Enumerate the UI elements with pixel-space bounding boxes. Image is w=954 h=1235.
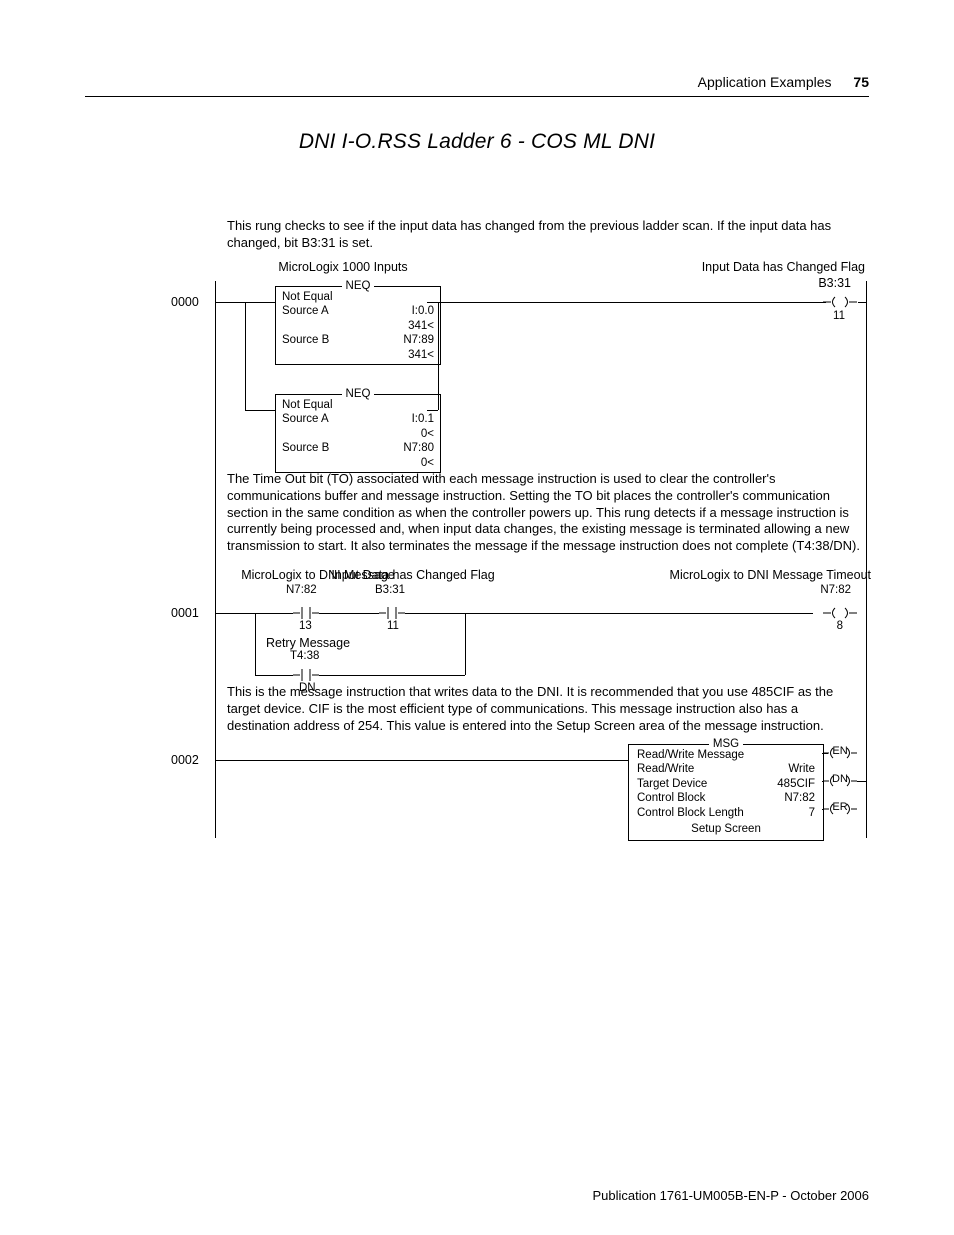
- out0-bit: 11: [833, 310, 845, 323]
- neq1-tag: NEQ: [342, 279, 375, 293]
- wire: [822, 781, 823, 782]
- wire: [405, 613, 465, 614]
- wire: [822, 809, 823, 810]
- section-name: Application Examples: [698, 74, 832, 90]
- neq2-tag: NEQ: [342, 387, 375, 401]
- msg-cb-l: Control Block: [637, 791, 705, 805]
- msg-en-label: EN: [823, 745, 857, 758]
- out0-addr: B3:31: [818, 276, 851, 290]
- wire: [255, 613, 293, 614]
- msg-td-l: Target Device: [637, 777, 707, 791]
- rung0-comment: This rung checks to see if the input dat…: [227, 218, 863, 251]
- rung1-retry-desc: Retry Message: [253, 636, 363, 650]
- msg-td-r: 485CIF: [777, 777, 815, 791]
- out0-coil: [823, 295, 857, 309]
- rung1-xic-retry: [293, 668, 319, 682]
- msg-dn-label: DN: [823, 773, 857, 786]
- msg-tag: MSG: [709, 737, 743, 751]
- out0-desc: Input Data has Changed Flag: [695, 260, 865, 274]
- rung1-comment: The Time Out bit (TO) associated with ea…: [227, 471, 863, 554]
- out1-desc: MicroLogix to DNI Message Timeout: [641, 568, 871, 582]
- wire: [319, 613, 379, 614]
- rung1-xic-flag: [379, 606, 405, 620]
- rung0-number: 0000: [171, 295, 199, 309]
- neq-block-2: NEQ Not Equal Source AI:0.1 0< Source BN…: [275, 394, 441, 473]
- out1-bit: 8: [837, 620, 843, 633]
- msg-cb-r: N7:82: [784, 791, 815, 805]
- wire: [465, 613, 466, 675]
- wire: [245, 302, 275, 303]
- wire: [822, 753, 823, 754]
- page-header: Application Examples 75: [698, 74, 869, 90]
- msg-rw-l: Read/Write: [637, 762, 694, 776]
- rung2-number: 0002: [171, 753, 199, 767]
- page-title: DNI I-O.RSS Ladder 6 - COS ML DNI: [0, 130, 954, 154]
- right-rail: [866, 281, 867, 838]
- neq2-srcA-l: Source A: [282, 412, 329, 426]
- msg-er-coil: ER: [823, 802, 857, 816]
- neq1-srcB-l: Source B: [282, 333, 329, 347]
- neq2-srcA-v: I:0.1: [384, 412, 434, 426]
- wire: [608, 760, 628, 761]
- msg-block: MSG Read/Write Message Read/WriteWrite T…: [628, 744, 824, 841]
- out1-coil: [823, 606, 857, 620]
- publication-footer: Publication 1761-UM005B-EN-P - October 2…: [592, 1188, 869, 1203]
- left-rail: [215, 281, 216, 838]
- rung1-xic1-bit: 13: [299, 620, 312, 633]
- wire: [215, 760, 608, 761]
- wire: [255, 675, 293, 676]
- wire: [438, 302, 813, 303]
- neq1-srcA-l: Source A: [282, 304, 329, 318]
- rung1-xic-msg: [293, 606, 319, 620]
- wire: [465, 613, 813, 614]
- wire: [215, 613, 255, 614]
- neq2-srcA-sub: 0<: [384, 427, 434, 441]
- page-number: 75: [853, 74, 869, 90]
- wire: [858, 302, 867, 303]
- neq1-srcA-sub: 341<: [384, 319, 434, 333]
- wire: [245, 302, 246, 410]
- neq1-srcB-v: N7:89: [384, 333, 434, 347]
- out1-addr: N7:82: [820, 584, 851, 597]
- neq2-srcB-l: Source B: [282, 441, 329, 455]
- msg-cbl-r: 7: [809, 806, 815, 820]
- wire: [245, 410, 275, 411]
- neq1-srcA-v: I:0.0: [384, 304, 434, 318]
- header-rule: [85, 96, 869, 97]
- rung1-xic2-desc: Input Data has Changed Flag: [313, 568, 513, 582]
- wire: [857, 781, 867, 782]
- msg-setup: Setup Screen: [637, 822, 815, 836]
- rung1-xic2-bit: 11: [387, 620, 399, 633]
- wire: [215, 302, 245, 303]
- msg-en-coil: EN: [823, 746, 857, 760]
- ladder-diagram: This rung checks to see if the input dat…: [173, 218, 867, 848]
- mlx-inputs-label: MicroLogix 1000 Inputs: [243, 260, 443, 274]
- rung2-comment: This is the message instruction that wri…: [227, 684, 863, 734]
- rung1-xic2-addr: B3:31: [375, 584, 405, 597]
- rung1-retry-addr: T4:38: [290, 650, 319, 663]
- rung1-number: 0001: [171, 606, 199, 620]
- rung1-xic1-addr: N7:82: [286, 584, 317, 597]
- msg-cbl-l: Control Block Length: [637, 806, 744, 820]
- msg-rw-r: Write: [788, 762, 815, 776]
- neq2-srcB-sub: 0<: [384, 456, 434, 470]
- neq2-srcB-v: N7:80: [384, 441, 434, 455]
- wire: [319, 675, 465, 676]
- msg-dn-coil: DN: [823, 774, 857, 788]
- neq-block-1: NEQ Not Equal Source AI:0.0 341< Source …: [275, 286, 441, 365]
- neq1-srcB-sub: 341<: [384, 348, 434, 362]
- wire: [813, 302, 823, 303]
- msg-er-label: ER: [823, 801, 857, 814]
